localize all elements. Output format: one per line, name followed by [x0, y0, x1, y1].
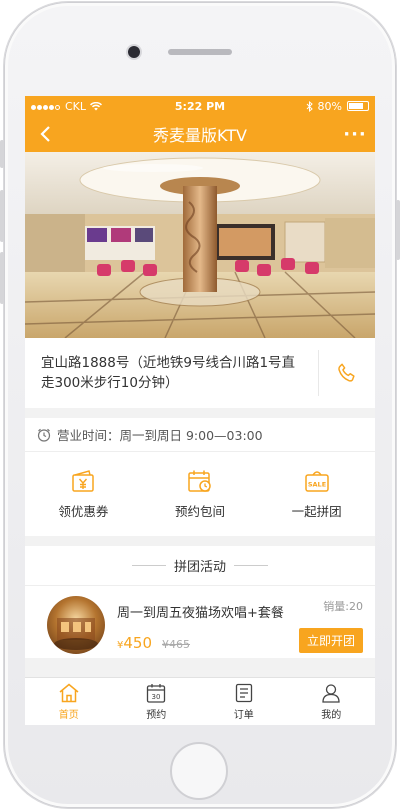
mute-switch — [0, 140, 4, 168]
order-list-icon — [235, 683, 252, 702]
tab-booking[interactable]: 30 预约 — [113, 678, 201, 725]
venue-photo — [25, 152, 375, 338]
status-bar: CKL 5:22 PM 80% — [25, 96, 375, 116]
price-value: 450 — [123, 634, 153, 652]
battery-percent: 80% — [317, 99, 342, 113]
earpiece-speaker — [168, 49, 232, 55]
venue-address: 宜山路1888号（近地铁9号线合川路1号直走300米步行10分钟） — [41, 355, 296, 391]
business-hours-text: 营业时间：周一到周日 9:00—03:00 — [57, 428, 263, 443]
group-buy-section: 拼团活动 周一到周五夜猫场欢唱+套餐 ¥450 ¥465 销量:20 立即开团 — [25, 546, 375, 658]
deal-photo — [54, 618, 98, 650]
tab-label: 首页 — [58, 709, 79, 721]
start-group-button[interactable]: 立即开团 — [298, 628, 363, 653]
section-header: 拼团活动 — [25, 546, 375, 586]
action-label: 一起拼团 — [291, 503, 342, 519]
battery-icon — [347, 101, 369, 111]
phone-icon — [338, 363, 355, 382]
divider — [234, 565, 268, 566]
user-icon — [322, 683, 340, 703]
deal-thumbnail — [47, 596, 105, 654]
volume-up-button — [0, 190, 4, 242]
volume-down-button — [0, 252, 4, 304]
ktv-lobby-illustration — [25, 152, 375, 338]
home-icon — [59, 683, 79, 702]
address-row: 宜山路1888号（近地铁9号线合川路1号直走300米步行10分钟） — [25, 338, 375, 408]
back-button[interactable] — [25, 116, 65, 152]
original-price: ¥465 — [162, 638, 191, 651]
bluetooth-icon — [306, 100, 313, 112]
home-button[interactable] — [170, 742, 228, 800]
tab-bar: 首页 30 预约 订单 我的 — [25, 677, 375, 725]
more-button[interactable]: ··· — [335, 124, 375, 145]
signal-strength-icon — [31, 100, 61, 113]
carrier-label: CKL — [65, 99, 87, 113]
calendar-30-icon: 30 — [147, 683, 166, 703]
power-button — [396, 200, 400, 260]
tab-orders[interactable]: 订单 — [200, 678, 288, 725]
get-coupon-button[interactable]: 领优惠券 — [25, 452, 142, 536]
navigation-bar: 秀麦量版KTV ··· — [25, 116, 375, 152]
quick-actions: 领优惠券 预约包间 SALE 一起拼团 — [25, 452, 375, 536]
tab-profile[interactable]: 我的 — [288, 678, 376, 725]
chevron-left-icon — [40, 126, 50, 142]
business-hours-row: 营业时间：周一到周日 9:00—03:00 — [25, 418, 375, 452]
front-camera — [128, 46, 140, 58]
wifi-icon — [90, 101, 103, 110]
tab-label: 订单 — [233, 709, 254, 721]
call-button[interactable] — [319, 338, 375, 408]
tab-label: 预约 — [146, 709, 167, 721]
deal-price-row: ¥450 ¥465 — [117, 634, 190, 652]
group-buy-button[interactable]: SALE 一起拼团 — [258, 452, 375, 536]
deal-item[interactable]: 周一到周五夜猫场欢唱+套餐 ¥450 ¥465 销量:20 立即开团 — [25, 586, 375, 658]
clock-icon — [37, 428, 51, 442]
svg-text:SALE: SALE — [308, 480, 326, 488]
deal-price: ¥450 — [117, 634, 152, 652]
section-title: 拼团活动 — [173, 560, 226, 575]
sales-count: 销量:20 — [323, 600, 363, 613]
book-room-button[interactable]: 预约包间 — [142, 452, 259, 536]
sale-bag-icon: SALE — [304, 470, 329, 492]
tab-home[interactable]: 首页 — [25, 678, 113, 725]
coupon-icon — [72, 469, 95, 492]
calendar-clock-icon — [188, 470, 211, 492]
page-title: 秀麦量版KTV — [153, 126, 247, 145]
svg-text:30: 30 — [152, 693, 161, 701]
tab-label: 我的 — [321, 709, 342, 721]
action-label: 领优惠券 — [58, 503, 109, 519]
action-label: 预约包间 — [175, 503, 226, 519]
app-screen: CKL 5:22 PM 80% 秀麦量版KTV ··· 宜山路1888号（近地铁… — [25, 96, 375, 725]
divider — [131, 565, 166, 566]
